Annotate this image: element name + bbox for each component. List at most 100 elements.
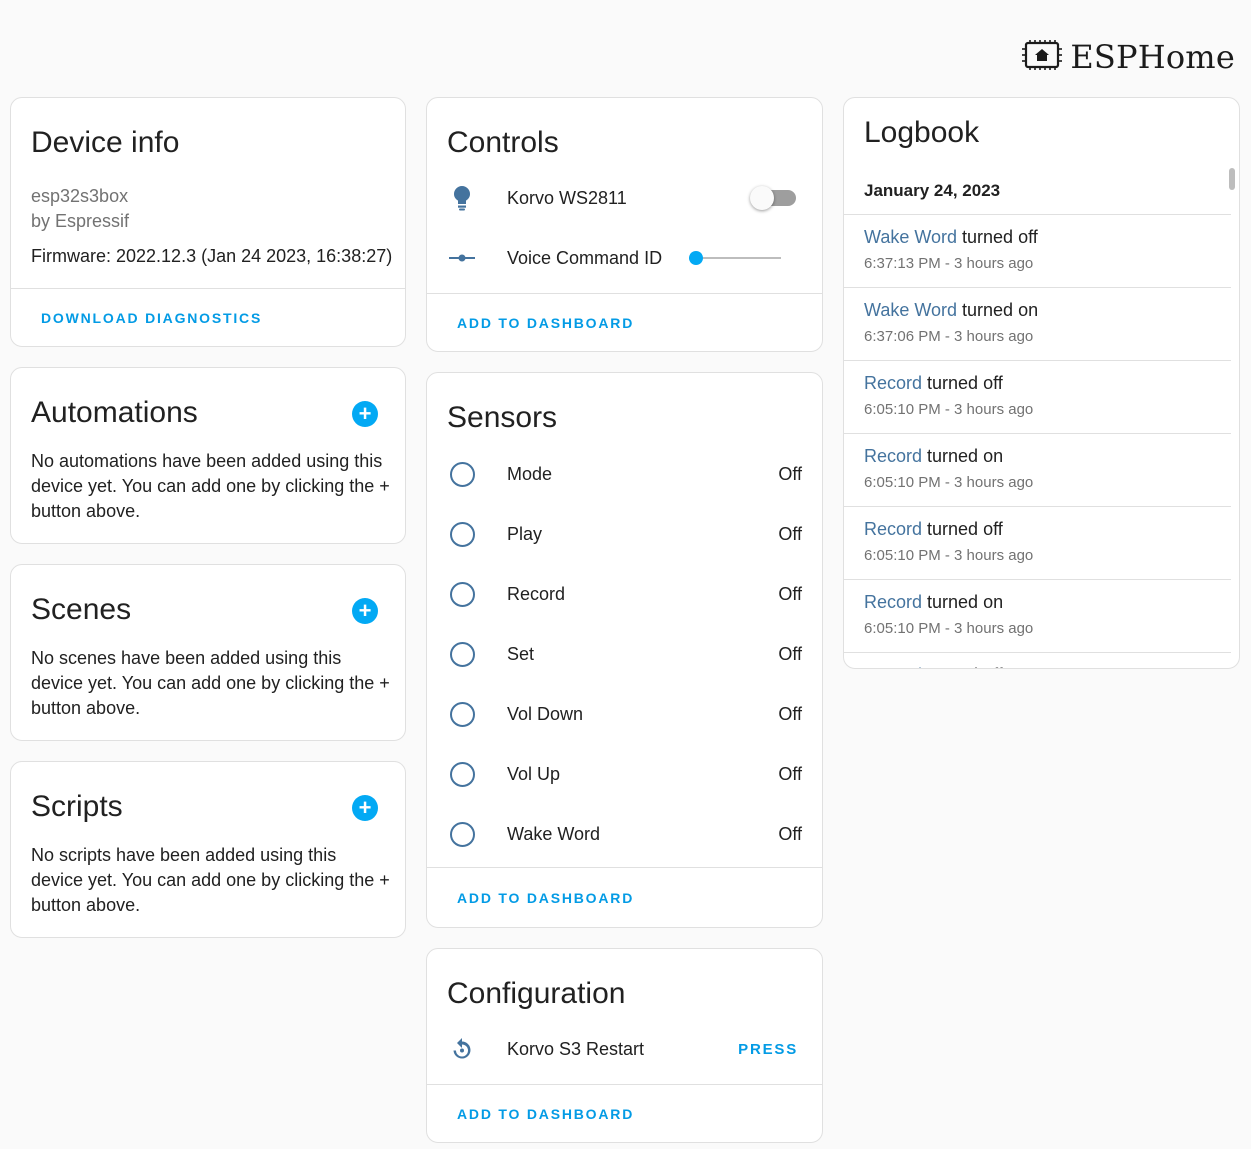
automations-title: Automations [31, 396, 198, 429]
restart-icon [449, 1036, 475, 1062]
add-scene-button[interactable]: + [352, 598, 378, 624]
configuration-add-to-dashboard-button[interactable]: ADD TO DASHBOARD [457, 1106, 634, 1122]
logbook-action: turned off [922, 665, 1003, 668]
logbook-message: Record turned on [864, 446, 1003, 467]
automations-card: Automations + No automations have been a… [10, 367, 406, 544]
plus-circle-icon: + [358, 795, 372, 820]
esphome-chip-icon [1022, 39, 1063, 75]
slider-thumb[interactable] [689, 251, 703, 265]
logbook-action: turned off [922, 519, 1003, 539]
control-label: Korvo WS2811 [507, 187, 627, 208]
scripts-title: Scripts [31, 790, 123, 823]
toggle-knob [750, 186, 774, 210]
checkbox-blank-circle-outline-icon [449, 821, 475, 847]
checkbox-blank-circle-outline-icon [449, 641, 475, 667]
logbook-card: Logbook January 24, 2023 Wake Word turne… [843, 97, 1240, 669]
controls-title: Controls [447, 126, 559, 159]
sensor-state: Off [778, 763, 802, 784]
sensors-card: Sensors Mode Off Play Off Record Off Set Off Vol… [426, 372, 823, 928]
configuration-actions: ADD TO DASHBOARD [427, 1084, 822, 1142]
checkbox-blank-circle-outline-icon [449, 761, 475, 787]
voice-command-id-slider[interactable] [689, 248, 781, 268]
logbook-time: 6:05:10 PM - 3 hours ago [864, 401, 1034, 418]
logbook-entity-link[interactable]: Record [864, 519, 922, 539]
logbook-action: turned on [922, 592, 1004, 612]
sensor-label: Mode [507, 463, 553, 484]
sensor-label: Set [507, 643, 535, 664]
control-row-korvo-ws2811[interactable]: Korvo WS2811 [427, 178, 822, 218]
download-diagnostics-button[interactable]: DOWNLOAD DIAGNOSTICS [41, 310, 262, 326]
logbook-message: Record turned on [864, 592, 1003, 613]
logbook-message: Wake Word turned on [864, 300, 1038, 321]
logbook-action: turned on [957, 300, 1039, 320]
device-manufacturer: by Espressif [31, 211, 130, 231]
sensor-label: Play [507, 523, 543, 544]
press-button[interactable]: PRESS [738, 1041, 798, 1058]
logbook-message: Record turned off [864, 373, 1003, 394]
lightbulb-icon [449, 185, 475, 211]
sensor-label: Vol Up [507, 763, 561, 784]
logbook-time: 6:37:06 PM - 3 hours ago [864, 328, 1034, 345]
logbook-date: January 24, 2023 [864, 181, 1001, 200]
logbook-entity-link[interactable]: Wake Word [864, 300, 957, 320]
sensors-actions: ADD TO DASHBOARD [427, 867, 822, 927]
scripts-empty-text: No scripts have been added using this de… [31, 845, 390, 915]
ray-vertex-icon [449, 245, 475, 271]
plus-circle-icon: + [358, 401, 372, 426]
sensor-row[interactable]: Mode Off [427, 454, 822, 494]
sensor-label: Vol Down [507, 703, 584, 724]
brand-name: ESPHome [1070, 38, 1235, 76]
logbook-entry: Wake Word turned on 6:37:06 PM - 3 hours … [844, 287, 1231, 360]
logbook-entity-link[interactable]: Record [864, 665, 922, 668]
logbook-time: 6:37:13 PM - 3 hours ago [864, 255, 1034, 272]
device-model: esp32s3box [31, 186, 129, 206]
scripts-card: Scripts + No scripts have been added usi… [10, 761, 406, 938]
logbook-entry: Record turned off 6:05:10 PM - 3 hours ag… [844, 506, 1231, 579]
logbook-time: 6:05:10 PM - 3 hours ago [864, 620, 1034, 637]
sensor-state: Off [778, 703, 802, 724]
checkbox-blank-circle-outline-icon [449, 521, 475, 547]
logbook-message: Record turned off [864, 665, 1003, 668]
sensor-row[interactable]: Vol Down Off [427, 694, 822, 734]
device-info-actions: DOWNLOAD DIAGNOSTICS [11, 288, 405, 346]
sensor-state: Off [778, 583, 802, 604]
control-row-voice-command-id: Voice Command ID [427, 238, 822, 278]
automations-empty-text: No automations have been added using thi… [31, 451, 390, 521]
sensors-add-to-dashboard-button[interactable]: ADD TO DASHBOARD [457, 890, 634, 906]
add-script-button[interactable]: + [352, 795, 378, 821]
controls-add-to-dashboard-button[interactable]: ADD TO DASHBOARD [457, 315, 634, 331]
korvo-ws2811-toggle[interactable] [750, 186, 796, 210]
logbook-entry: Record turned off [844, 652, 1231, 668]
logbook-entity-link[interactable]: Record [864, 446, 922, 466]
sensor-row[interactable]: Wake Word Off [427, 814, 822, 854]
logbook-entity-link[interactable]: Wake Word [864, 227, 957, 247]
logbook-entry: Record turned on 6:05:10 PM - 3 hours ago [844, 433, 1231, 506]
sensor-label: Record [507, 583, 566, 604]
configuration-card: Configuration Korvo S3 Restart PRESS ADD… [426, 948, 823, 1143]
sensor-label: Wake Word [507, 823, 601, 844]
add-automation-button[interactable]: + [352, 401, 378, 427]
sensor-row[interactable]: Record Off [427, 574, 822, 614]
config-label: Korvo S3 Restart [507, 1038, 645, 1059]
logbook-message: Record turned off [864, 519, 1003, 540]
controls-actions: ADD TO DASHBOARD [427, 293, 822, 351]
configuration-title: Configuration [447, 977, 626, 1010]
sensor-row[interactable]: Set Off [427, 634, 822, 674]
logbook-time: 6:05:10 PM - 3 hours ago [864, 547, 1034, 564]
logbook-entry: Record turned on 6:05:10 PM - 3 hours ago [844, 579, 1231, 652]
checkbox-blank-circle-outline-icon [449, 461, 475, 487]
plus-circle-icon: + [358, 598, 372, 623]
sensor-row[interactable]: Play Off [427, 514, 822, 554]
logbook-action: turned off [922, 373, 1003, 393]
sensor-state: Off [778, 463, 802, 484]
device-info-title: Device info [31, 126, 180, 159]
logbook-scrollbar[interactable] [1229, 168, 1235, 190]
sensor-row[interactable]: Vol Up Off [427, 754, 822, 794]
logbook-entity-link[interactable]: Record [864, 592, 922, 612]
logbook-entity-link[interactable]: Record [864, 373, 922, 393]
config-row-korvo-s3-restart: Korvo S3 Restart PRESS [427, 1029, 822, 1069]
scenes-empty-text: No scenes have been added using this dev… [31, 648, 390, 718]
sensor-state: Off [778, 823, 802, 844]
logbook-list[interactable]: January 24, 2023 Wake Word turned off 6:3… [844, 98, 1231, 668]
device-info-card: Device info esp32s3box by Espressif Firm… [10, 97, 406, 347]
